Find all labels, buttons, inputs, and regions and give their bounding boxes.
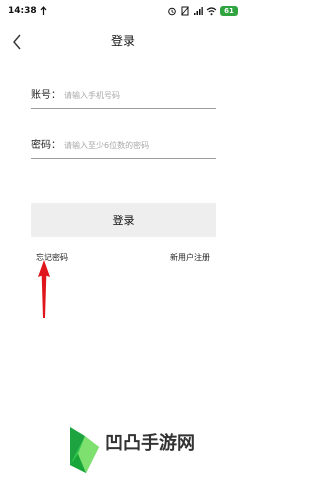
status-left: 14:38 — [8, 6, 47, 16]
play-triangle-logo-icon — [70, 427, 99, 473]
password-field: 密码： — [31, 133, 216, 159]
signal-icon — [193, 6, 203, 16]
password-input[interactable] — [64, 137, 216, 154]
watermark-text: 凹凸手游网 — [105, 433, 195, 454]
password-label: 密码： — [31, 139, 61, 151]
status-right: 61 — [167, 6, 238, 16]
battery-icon: 61 — [220, 6, 238, 16]
login-screen: 14:38 61 登录 账号： 请输入手机号码 密码： 登录 忘记密码 新用户注… — [0, 0, 246, 500]
register-link[interactable]: 新用户注册 — [170, 252, 210, 264]
account-input[interactable] — [64, 87, 216, 104]
no-sim-icon — [180, 6, 190, 16]
wifi-icon — [206, 6, 217, 16]
status-bar: 14:38 61 — [0, 0, 246, 22]
status-time: 14:38 — [8, 6, 37, 16]
signal-antenna-icon — [40, 6, 47, 16]
login-button[interactable]: 登录 — [31, 203, 216, 237]
red-arrow-annotation-icon — [38, 260, 50, 318]
watermark: 凹凸手游网 — [66, 425, 246, 487]
alarm-icon — [167, 6, 177, 16]
account-field: 账号： — [31, 83, 216, 109]
nav-bar: 登录 — [0, 28, 246, 56]
account-label: 账号： — [31, 89, 61, 101]
page-title: 登录 — [110, 34, 135, 48]
